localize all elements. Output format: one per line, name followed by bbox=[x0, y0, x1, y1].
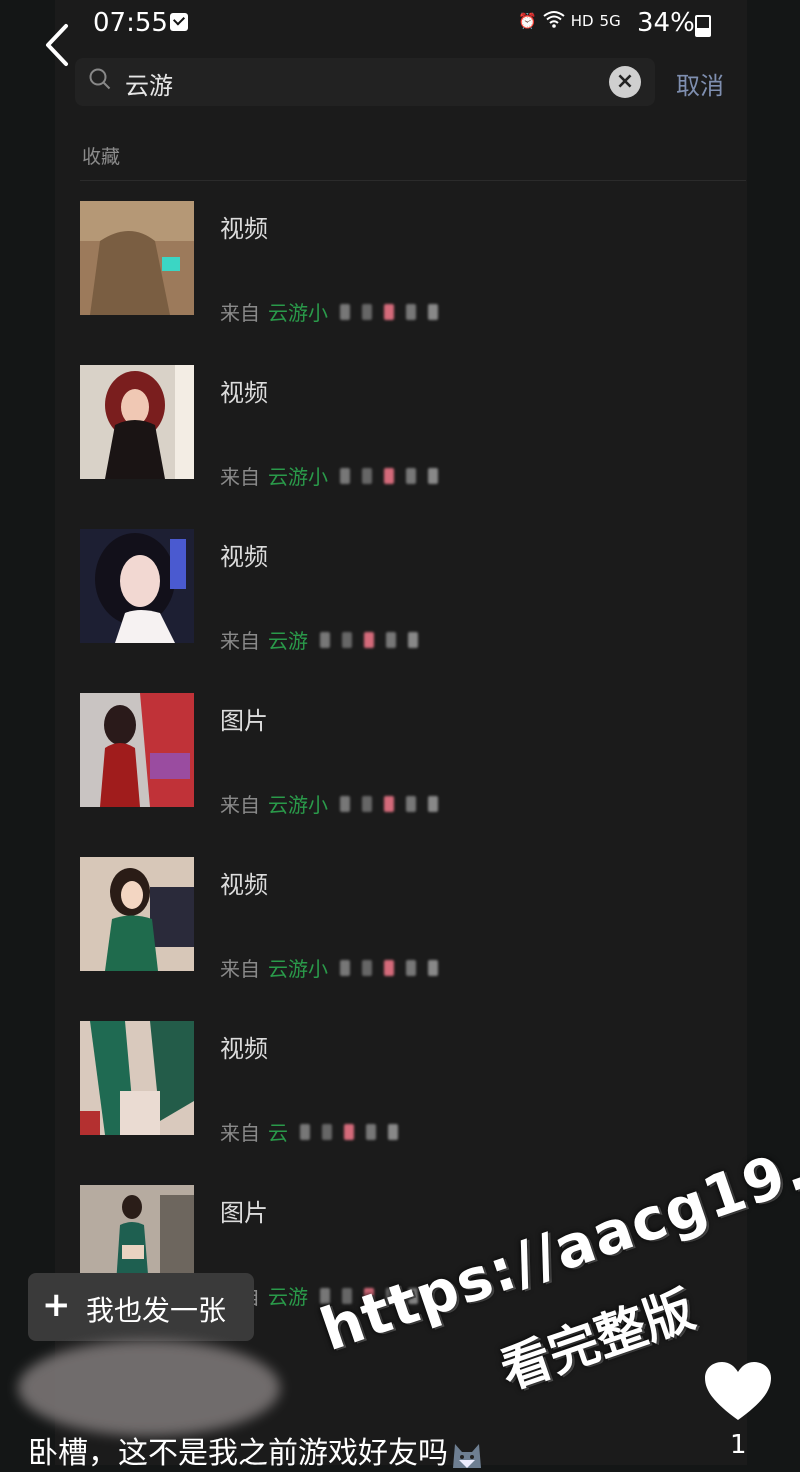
source-name: 云 bbox=[268, 1121, 288, 1145]
like-count: 1 bbox=[730, 1430, 747, 1460]
source-name: 云游 bbox=[268, 629, 308, 653]
source-name: 云游小 bbox=[268, 957, 328, 981]
clear-search-icon[interactable]: × bbox=[609, 66, 641, 98]
alarm-icon: ⏰ bbox=[518, 12, 537, 30]
redacted-text bbox=[384, 303, 394, 320]
redacted-text bbox=[342, 631, 352, 648]
redacted-text bbox=[428, 303, 438, 320]
favorite-item[interactable]: 视频来自 云游小 bbox=[80, 857, 746, 981]
back-arrow-icon[interactable] bbox=[38, 22, 78, 68]
status-time: 07:55 bbox=[93, 8, 168, 38]
search-input[interactable]: 云游 bbox=[125, 66, 173, 101]
redacted-text bbox=[428, 795, 438, 812]
plus-icon: + bbox=[42, 1285, 71, 1325]
redacted-text bbox=[362, 303, 372, 320]
post-one-too-button[interactable]: + 我也发一张 bbox=[28, 1273, 254, 1341]
source-name: 云游 bbox=[268, 1285, 308, 1309]
redacted-text bbox=[366, 1123, 376, 1140]
blurred-avatar bbox=[18, 1340, 280, 1436]
redacted-text bbox=[384, 467, 394, 484]
redacted-text bbox=[408, 631, 418, 648]
favorite-source: 来自 云游小 bbox=[220, 953, 438, 982]
from-label: 来自 bbox=[220, 793, 260, 817]
section-title: 收藏 bbox=[82, 146, 121, 168]
favorite-thumbnail[interactable] bbox=[80, 365, 194, 479]
favorite-item[interactable]: 视频来自 云游 bbox=[80, 529, 746, 653]
redacted-text bbox=[406, 959, 416, 976]
favorite-source: 来自云游 bbox=[220, 625, 418, 654]
favorite-item[interactable]: 视频来自云 bbox=[80, 1021, 746, 1145]
search-bar[interactable]: 云游 × bbox=[75, 58, 655, 106]
status-icons: ⏰ HD 5G bbox=[518, 10, 621, 32]
redacted-text bbox=[386, 631, 396, 648]
source-name: 云游小 bbox=[268, 301, 328, 325]
redacted-text bbox=[428, 959, 438, 976]
redacted-text bbox=[428, 467, 438, 484]
signal-5g-label: 5G bbox=[599, 12, 621, 30]
battery-percent: 34% bbox=[637, 8, 695, 38]
redacted-text bbox=[388, 1123, 398, 1140]
redacted-text bbox=[406, 467, 416, 484]
favorite-type: 图片 bbox=[220, 1199, 268, 1227]
redacted-text bbox=[344, 1123, 354, 1140]
notification-check-icon bbox=[170, 13, 188, 31]
redacted-text bbox=[384, 795, 394, 812]
favorite-type: 图片 bbox=[220, 707, 268, 735]
redacted-text bbox=[362, 467, 372, 484]
like-heart-icon[interactable] bbox=[703, 1360, 773, 1424]
caption-text: 卧槽，这不是我之前游戏好友吗 bbox=[28, 1436, 448, 1471]
redacted-text bbox=[362, 795, 372, 812]
redacted-text bbox=[364, 631, 374, 648]
favorite-source: 来自云 bbox=[220, 1117, 398, 1146]
favorite-item[interactable]: 视频来自 云游小 bbox=[80, 201, 746, 325]
redacted-text bbox=[362, 959, 372, 976]
wolf-emoji-icon bbox=[453, 1443, 481, 1468]
from-label: 来自 bbox=[220, 301, 260, 325]
wifi-icon bbox=[543, 10, 565, 32]
favorite-thumbnail[interactable] bbox=[80, 201, 194, 315]
post-button-label: 我也发一张 bbox=[86, 1294, 227, 1327]
divider bbox=[80, 180, 746, 181]
post-caption: 卧槽，这不是我之前游戏好友吗 bbox=[28, 1428, 484, 1472]
cancel-button[interactable]: 取消 bbox=[676, 66, 724, 101]
favorite-thumbnail[interactable] bbox=[80, 693, 194, 807]
from-label: 来自 bbox=[220, 629, 260, 653]
search-icon bbox=[89, 68, 111, 90]
favorite-thumbnail[interactable] bbox=[80, 529, 194, 643]
redacted-text bbox=[384, 959, 394, 976]
favorite-item[interactable]: 图片来自 云游小 bbox=[80, 693, 746, 817]
redacted-text bbox=[340, 795, 350, 812]
from-label: 来自 bbox=[220, 957, 260, 981]
source-name: 云游小 bbox=[268, 793, 328, 817]
redacted-text bbox=[340, 959, 350, 976]
hd-label: HD bbox=[570, 12, 594, 30]
favorite-thumbnail[interactable] bbox=[80, 857, 194, 971]
redacted-text bbox=[320, 631, 330, 648]
from-label: 来自 bbox=[220, 465, 260, 489]
favorite-source: 来自 云游小 bbox=[220, 461, 438, 490]
favorite-type: 视频 bbox=[220, 543, 268, 571]
redacted-text bbox=[340, 467, 350, 484]
favorite-type: 视频 bbox=[220, 379, 268, 407]
favorite-item[interactable]: 视频来自 云游小 bbox=[80, 365, 746, 489]
favorite-source: 来自 云游小 bbox=[220, 789, 438, 818]
battery-icon bbox=[695, 15, 711, 37]
redacted-text bbox=[406, 795, 416, 812]
redacted-text bbox=[340, 303, 350, 320]
favorite-type: 视频 bbox=[220, 215, 268, 243]
redacted-text bbox=[322, 1123, 332, 1140]
from-label: 来自 bbox=[220, 1121, 260, 1145]
favorite-type: 视频 bbox=[220, 1035, 268, 1063]
favorite-type: 视频 bbox=[220, 871, 268, 899]
source-name: 云游小 bbox=[268, 465, 328, 489]
redacted-text bbox=[300, 1123, 310, 1140]
status-bar: 07:55 ⏰ HD 5G 34% bbox=[0, 0, 800, 48]
favorite-source: 来自 云游小 bbox=[220, 297, 438, 326]
favorite-thumbnail[interactable] bbox=[80, 1021, 194, 1135]
redacted-text bbox=[406, 303, 416, 320]
